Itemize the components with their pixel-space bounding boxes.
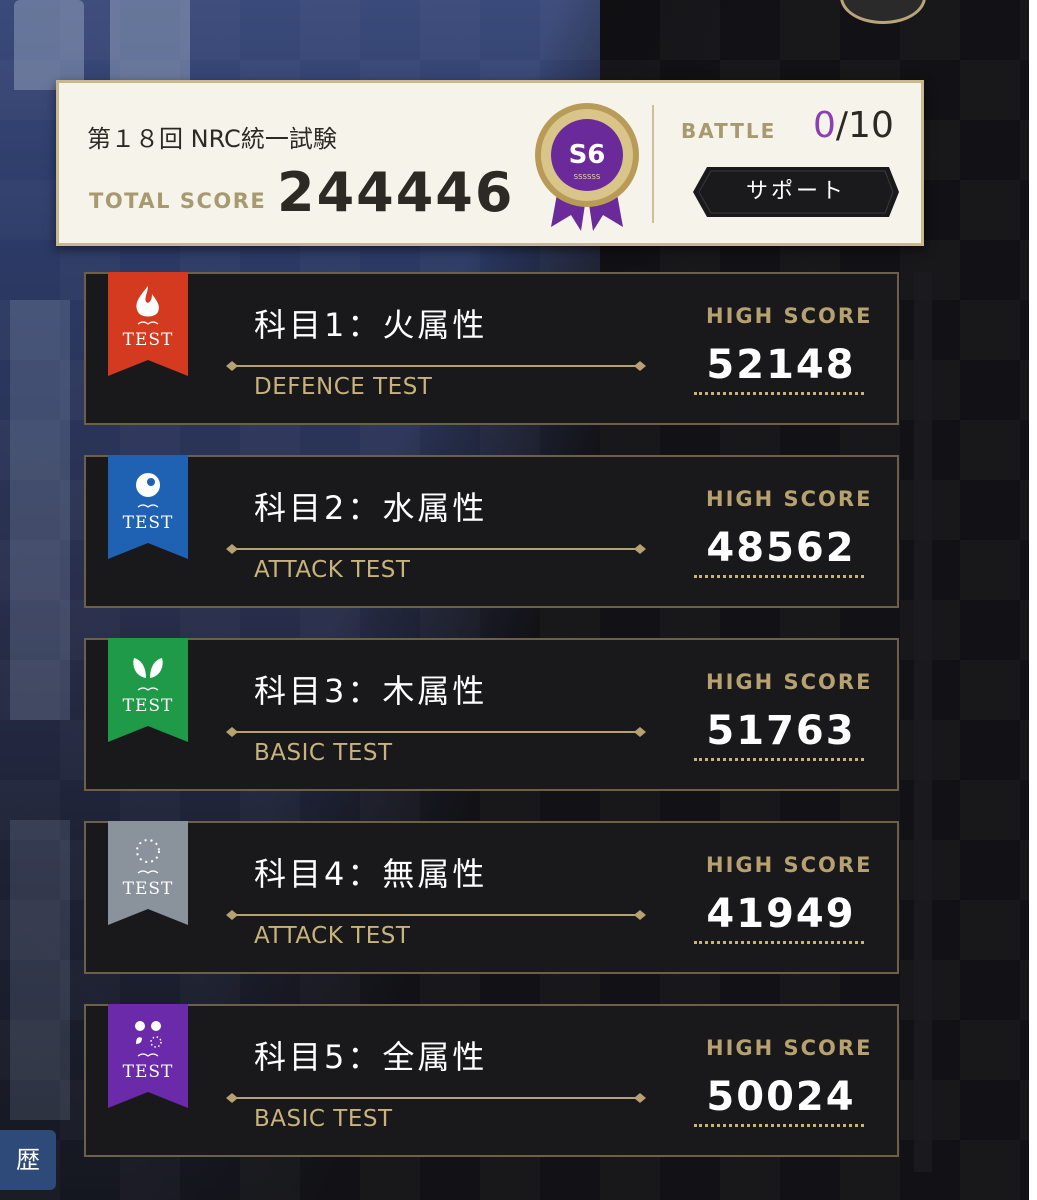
test-type: ATTACK TEST: [254, 557, 411, 583]
rank-badge: S6 SSSSSS: [529, 99, 645, 231]
rank-badge-icon: S6 SSSSSS: [535, 103, 639, 231]
high-score-value: 48562: [706, 525, 856, 571]
decorative-line: [226, 361, 646, 371]
scrollbar[interactable]: [914, 272, 932, 1172]
header-divider: [652, 105, 654, 223]
subject-title: 科目5：全属性: [254, 1038, 488, 1076]
ribbon-test-label: TEST: [122, 330, 174, 350]
ribbon-shape: [108, 821, 188, 925]
test-type: BASIC TEST: [254, 740, 393, 766]
high-score-label: HIGH SCORE: [706, 304, 873, 328]
high-score-label: HIGH SCORE: [706, 853, 873, 877]
battle-count: 0/10: [813, 105, 894, 146]
decorative-line: [226, 1093, 646, 1103]
ribbon-shape: [108, 1004, 188, 1108]
subject-card[interactable]: TEST 科目1：火属性 DEFENCE TEST HIGH SCORE 521…: [84, 272, 899, 425]
test-type: ATTACK TEST: [254, 923, 411, 949]
ribbon-shape: [108, 638, 188, 742]
water-icon: [136, 473, 160, 497]
high-score-label: HIGH SCORE: [706, 487, 873, 511]
subject-title: 科目3：木属性: [254, 672, 488, 710]
subject-card[interactable]: TEST 科目2：水属性 ATTACK TEST HIGH SCORE 4856…: [84, 455, 899, 608]
score-underline: [694, 758, 864, 761]
total-score-label: TOTAL SCORE: [89, 189, 267, 213]
exam-header-panel: 第１８回 NRC統一試験 TOTAL SCORE 244446 S6 SSSSS…: [56, 80, 924, 246]
test-type: BASIC TEST: [254, 1106, 393, 1132]
high-score-value: 50024: [706, 1074, 856, 1120]
decorative-line: [226, 544, 646, 554]
subject-title: 科目1：火属性: [254, 306, 488, 344]
battle-max: /10: [835, 105, 894, 146]
subject-card[interactable]: TEST 科目5：全属性 BASIC TEST HIGH SCORE 50024: [84, 1004, 899, 1157]
battle-label: BATTLE: [681, 119, 777, 143]
high-score-value: 51763: [706, 708, 856, 754]
support-button[interactable]: サポート: [693, 163, 899, 221]
score-underline: [694, 1124, 864, 1127]
subject-title: 科目2：水属性: [254, 489, 488, 527]
high-score-value: 41949: [706, 891, 856, 937]
high-score-label: HIGH SCORE: [706, 1036, 873, 1060]
test-type: DEFENCE TEST: [254, 374, 433, 400]
subject-card[interactable]: TEST 科目4：無属性 ATTACK TEST HIGH SCORE 4194…: [84, 821, 899, 974]
ribbon-shape: [108, 455, 188, 559]
test-ribbon: TEST: [108, 638, 188, 742]
ribbon-test-label: TEST: [122, 513, 174, 533]
exam-title: 第１８回 NRC統一試験: [87, 125, 337, 153]
score-underline: [694, 941, 864, 944]
test-ribbon: TEST: [108, 821, 188, 925]
ribbon-test-label: TEST: [122, 879, 174, 899]
test-ribbon: TEST: [108, 1004, 188, 1108]
decorative-line: [226, 727, 646, 737]
score-underline: [694, 575, 864, 578]
battle-current: 0: [813, 105, 836, 146]
ribbon-shape: [108, 272, 188, 376]
high-score-value: 52148: [706, 342, 856, 388]
screen-edge: [1029, 0, 1037, 1200]
subject-title: 科目4：無属性: [254, 855, 488, 893]
total-score-value: 244446: [277, 161, 515, 224]
decorative-line: [226, 910, 646, 920]
score-underline: [694, 392, 864, 395]
support-button-label: サポート: [745, 179, 846, 204]
high-score-label: HIGH SCORE: [706, 670, 873, 694]
rank-sub-text: SSSSSS: [574, 173, 601, 181]
rank-text: S6: [569, 140, 606, 170]
history-tab[interactable]: 歴: [0, 1130, 56, 1190]
test-ribbon: TEST: [108, 272, 188, 376]
ribbon-test-label: TEST: [122, 696, 174, 716]
ribbon-test-label: TEST: [122, 1062, 174, 1082]
subject-card[interactable]: TEST 科目3：木属性 BASIC TEST HIGH SCORE 51763: [84, 638, 899, 791]
test-ribbon: TEST: [108, 455, 188, 559]
